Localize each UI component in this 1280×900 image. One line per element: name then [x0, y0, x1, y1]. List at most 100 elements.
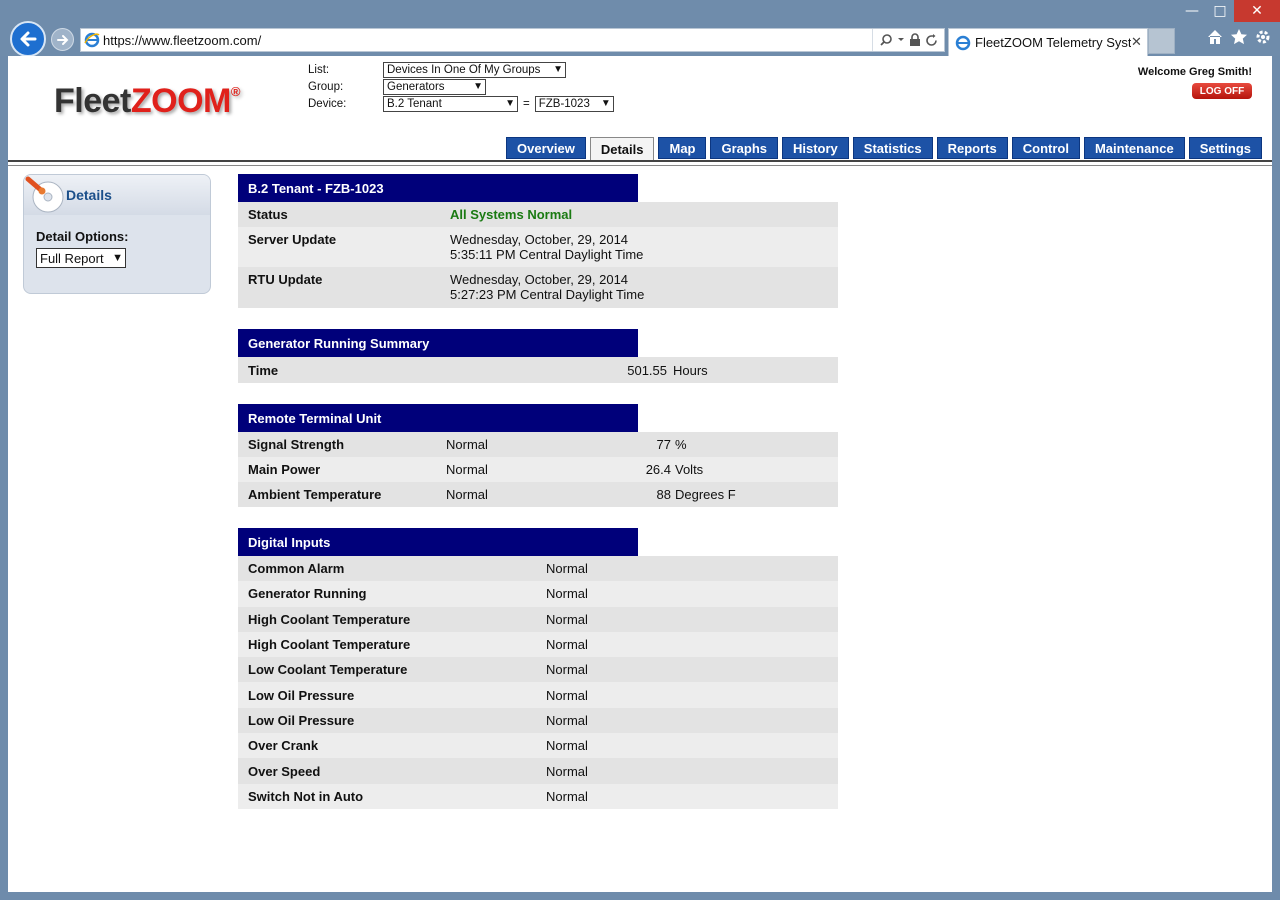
- digital-input-status: Normal: [546, 586, 588, 602]
- browser-tab[interactable]: FleetZOOM Telemetry Syst... ✕: [948, 28, 1148, 56]
- chevron-down-icon: ▼: [112, 252, 123, 264]
- ie-icon: [81, 29, 103, 51]
- rtu-row-value: 77: [656, 437, 671, 452]
- tab-close-icon[interactable]: ✕: [1131, 35, 1147, 50]
- chevron-down-icon: ▼: [600, 97, 611, 109]
- home-icon[interactable]: [1206, 28, 1224, 46]
- rtu-update-time: 5:27:23 PM Central Daylight Time: [450, 287, 645, 302]
- tab-map[interactable]: Map: [658, 137, 707, 159]
- forward-button[interactable]: [51, 28, 74, 51]
- rtu-row-unit: Volts: [675, 462, 704, 477]
- rtu-row: Ambient Temperature Normal 88 Degrees F: [238, 482, 838, 507]
- address-tools: [872, 29, 944, 51]
- chevron-down-icon: ▼: [553, 63, 563, 75]
- status-value: All Systems Normal: [450, 207, 573, 222]
- back-arrow-icon: [20, 31, 37, 47]
- digital-input-status: Normal: [546, 611, 588, 627]
- digital-input-label: Over Crank: [248, 738, 319, 754]
- settings-gear-icon[interactable]: [1254, 28, 1272, 46]
- digital-input-row: Over Speed Normal: [238, 758, 838, 784]
- details-main: B.2 Tenant - FZB-1023 Status All Systems…: [238, 174, 838, 830]
- run-time-row: Time 501.55 Hours: [238, 357, 838, 383]
- lock-icon[interactable]: [909, 33, 921, 47]
- detail-options-select[interactable]: Full Report ▼: [36, 248, 126, 268]
- digital-input-label: Generator Running: [248, 586, 367, 602]
- rtu-row: Signal Strength Normal 77%: [238, 432, 838, 457]
- rtu-row-unit: %: [675, 437, 687, 452]
- digital-input-status: Normal: [546, 788, 588, 804]
- refresh-icon[interactable]: [925, 33, 938, 47]
- group-select[interactable]: Generators ▼: [383, 78, 486, 95]
- digital-input-status: Normal: [546, 712, 588, 728]
- sidebar-header: Details: [24, 175, 210, 215]
- status-row: Status All Systems Normal: [238, 202, 838, 227]
- forward-arrow-icon: [56, 34, 68, 45]
- address-bar[interactable]: https://www.fleetzoom.com/: [80, 28, 945, 52]
- details-disc-icon: [24, 175, 66, 215]
- digital-input-status: Normal: [546, 662, 588, 678]
- log-off-button[interactable]: LOG OFF: [1192, 83, 1252, 99]
- device-id-select[interactable]: FZB-1023 ▼: [534, 95, 614, 112]
- device-select[interactable]: B.2 Tenant ▼: [383, 95, 518, 112]
- tab-reports[interactable]: Reports: [936, 137, 1008, 159]
- digital-input-row: Common Alarm Normal: [238, 556, 838, 582]
- digital-input-label: Common Alarm: [248, 561, 345, 577]
- minimize-button[interactable]: —: [1178, 0, 1206, 22]
- digital-input-status: Normal: [546, 738, 588, 754]
- digital-input-label: High Coolant Temperature: [248, 611, 411, 627]
- generator-summary-section: Generator Running Summary Time 501.55 Ho…: [238, 329, 838, 383]
- device-section: B.2 Tenant - FZB-1023 Status All Systems…: [238, 174, 838, 308]
- list-row: List: Devices In One Of My Groups ▼: [308, 61, 614, 78]
- list-label: List:: [308, 63, 330, 76]
- browser-chrome: — □ ✕ https://www.fleetzoom.com/ FleetZO…: [0, 0, 1280, 57]
- digital-input-status: Normal: [546, 687, 588, 703]
- new-tab-button[interactable]: [1148, 28, 1175, 54]
- device-label: Device:: [308, 97, 347, 110]
- back-button[interactable]: [10, 21, 46, 57]
- sidebar-body: Detail Options: Full Report ▼: [24, 215, 210, 282]
- digital-input-row: High Coolant Temperature Normal: [238, 631, 838, 658]
- digital-input-row: Low Coolant Temperature Normal: [238, 657, 838, 683]
- tab-statistics[interactable]: Statistics: [852, 137, 933, 159]
- tab-details[interactable]: Details: [589, 137, 655, 161]
- fleetzoom-logo[interactable]: FleetZOOM®: [54, 82, 240, 121]
- run-time-value: 501.55: [627, 362, 667, 378]
- sidebar-title: Details: [66, 187, 112, 203]
- server-update-row: Server Update Wednesday, October, 29, 20…: [238, 227, 838, 267]
- dropdown-icon[interactable]: [897, 36, 905, 44]
- digital-input-label: Low Oil Pressure: [248, 712, 355, 728]
- rtu-row-unit: Degrees F: [675, 487, 736, 502]
- digital-input-status: Normal: [546, 561, 588, 577]
- digital-input-rows: Common Alarm Normal Generator Running Norma…: [238, 556, 838, 809]
- maximize-button[interactable]: □: [1206, 0, 1234, 22]
- rtu-row-label: Ambient Temperature: [248, 487, 382, 502]
- tab-control[interactable]: Control: [1011, 137, 1080, 159]
- list-select[interactable]: Devices In One Of My Groups ▼: [383, 61, 566, 78]
- tab-ie-icon: [955, 35, 971, 50]
- search-icon[interactable]: [879, 33, 893, 47]
- chevron-down-icon: ▼: [505, 97, 515, 109]
- group-row: Group: Generators ▼: [308, 78, 614, 95]
- server-update-time: 5:35:11 PM Central Daylight Time: [450, 247, 644, 262]
- detail-options-label: Detail Options:: [36, 229, 129, 244]
- tab-graphs[interactable]: Graphs: [710, 137, 778, 159]
- tab-maintenance[interactable]: Maintenance: [1083, 137, 1185, 159]
- tab-settings[interactable]: Settings: [1188, 137, 1262, 159]
- tab-overview[interactable]: Overview: [506, 137, 586, 159]
- status-label: Status: [248, 207, 288, 222]
- rtu-row-value: 88: [656, 487, 671, 502]
- run-time-label: Time: [248, 362, 279, 378]
- tab-history[interactable]: History: [782, 137, 849, 159]
- favorites-star-icon[interactable]: [1230, 28, 1248, 46]
- digital-inputs-title: Digital Inputs: [238, 528, 638, 556]
- address-url[interactable]: https://www.fleetzoom.com/: [103, 33, 872, 48]
- digital-input-label: Switch Not in Auto: [248, 788, 364, 804]
- rtu-section-title: Remote Terminal Unit: [238, 404, 638, 432]
- rtu-row-label: Signal Strength: [248, 437, 345, 452]
- digital-input-row: Over Crank Normal: [238, 733, 838, 759]
- group-label: Group:: [308, 80, 344, 93]
- rtu-update-row: RTU Update Wednesday, October, 29, 2014 …: [238, 267, 838, 308]
- digital-input-label: Low Oil Pressure: [248, 687, 355, 703]
- close-window-button[interactable]: ✕: [1234, 0, 1280, 22]
- rtu-section: Remote Terminal Unit Signal Strength Norm…: [238, 404, 838, 507]
